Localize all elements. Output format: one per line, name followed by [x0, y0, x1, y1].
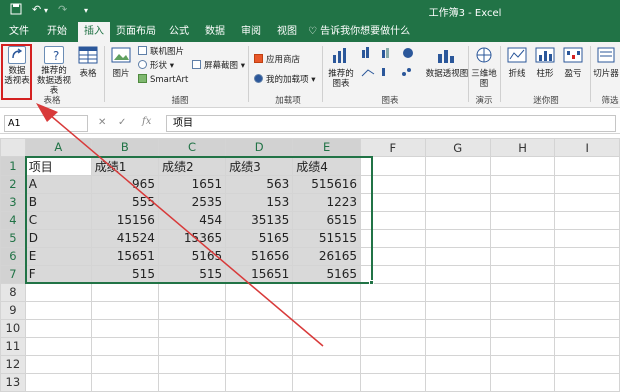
arrow-line [43, 109, 324, 347]
annotation-arrow [36, 103, 324, 347]
